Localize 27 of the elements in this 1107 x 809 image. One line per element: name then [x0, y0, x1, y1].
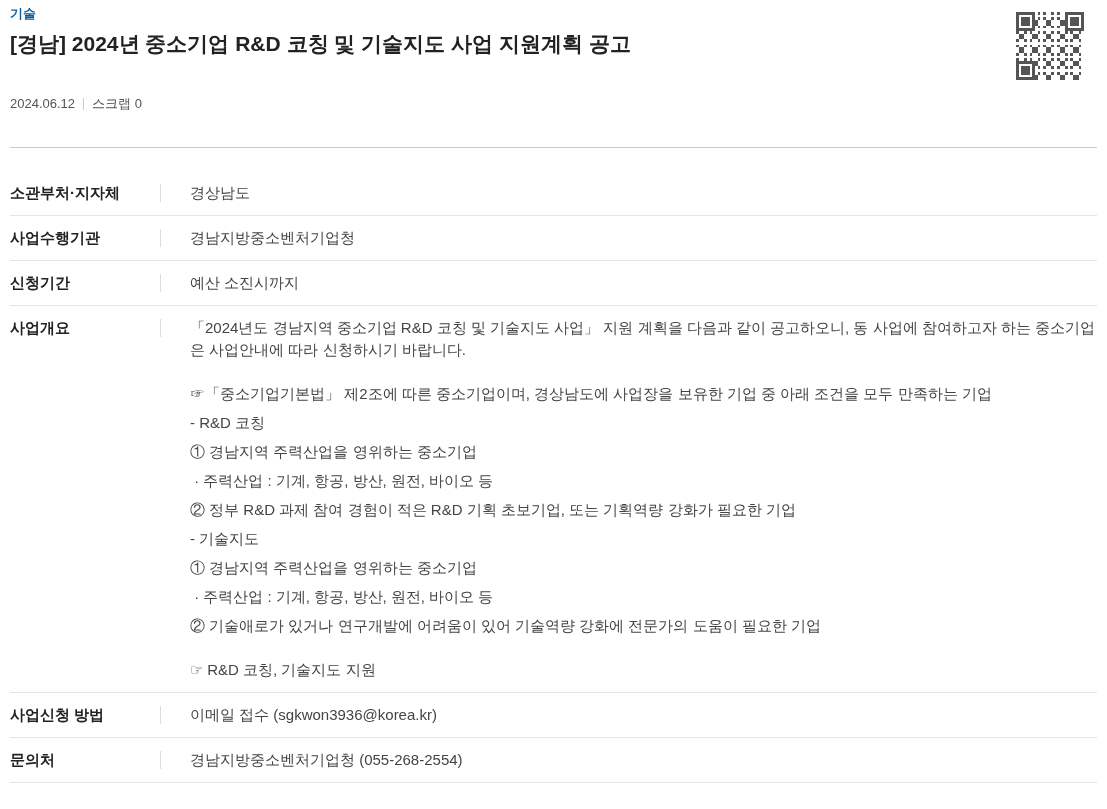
row-value: 이메일 접수 (sgkwon3936@korea.kr)	[190, 704, 437, 725]
overview-text: ☞「중소기업기본법」 제2조에 따른 중소기업이며, 경상남도에 사업장을 보유한 기업 중 아래 조건을 모두 만족하는 기업	[190, 383, 993, 404]
page-title: [경남] 2024년 중소기업 R&D 코칭 및 기술지도 사업 지원계획 공고	[10, 30, 631, 57]
overview-text: ① 경남지역 주력산업을 영위하는 중소기업	[190, 557, 478, 578]
overview-text: - 기술지도	[190, 528, 261, 549]
overview-text: ② 정부 R&D 과제 참여 경험이 적은 R&D 기획 초보기업, 또는 기획역량 강화가 필요한 기업	[190, 499, 797, 520]
post-date: 2024.06.12	[10, 95, 76, 113]
overview-text: · 주력산업 : 기계, 항공, 방산, 원전, 바이오 등	[193, 586, 495, 607]
overview-text: 「2024년도 경남지역 중소기업 R&D 코칭 및 기술지도 사업」 지원 계획을 다음과 같이 공고하오니, 동 사업에 참여하고자 하는 중소기업은 사업안내에 따라 신청하시기 바랍니다.	[190, 317, 1097, 360]
row-label: 문의처	[10, 749, 55, 770]
row-label: 사업수행기관	[10, 227, 100, 248]
row-value: 예산 소진시까지	[190, 272, 300, 293]
qr-code-icon	[1016, 12, 1084, 80]
row-label: 신청기간	[10, 272, 70, 293]
category-label: 기술	[10, 5, 37, 23]
row-value: 경상남도	[190, 182, 250, 203]
scrap-count: 스크랩 0	[92, 95, 142, 113]
overview-text: · 주력산업 : 기계, 항공, 방산, 원전, 바이오 등	[193, 470, 495, 491]
overview-text: ① 경남지역 주력산업을 영위하는 중소기업	[190, 441, 478, 462]
row-value: 경남지방중소벤처기업청	[190, 227, 355, 248]
overview-text: ② 기술애로가 있거나 연구개발에 어려움이 있어 기술역량 강화에 전문가의 도움이 필요한 기업	[190, 615, 822, 636]
row-label: 소관부처·지자체	[10, 182, 120, 203]
row-label: 사업신청 방법	[10, 704, 105, 725]
row-value: 경남지방중소벤처기업청 (055-268-2554)	[190, 749, 463, 770]
overview-text: - R&D 코칭	[190, 412, 266, 433]
row-label: 사업개요	[10, 317, 70, 338]
overview-text: ☞ R&D 코칭, 기술지도 지원	[190, 659, 377, 680]
